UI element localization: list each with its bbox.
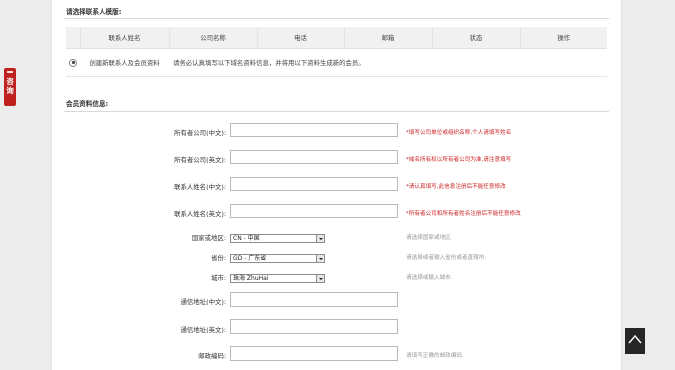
country-label: 国家或地区: xyxy=(191,234,226,242)
city-label: 城市: xyxy=(211,274,226,282)
contact-template-table: 联系人姓名 公司名称 电话 邮箱 状态 操作 创建新联系人及会员资料 请务必认真… xyxy=(66,27,607,77)
new-contact-name: 创建新联系人及会员资料 xyxy=(80,48,169,77)
province-value: GD - 广东省 xyxy=(233,255,267,262)
province-select[interactable]: GD - 广东省 xyxy=(230,254,325,263)
col-contact-name: 联系人姓名 xyxy=(80,27,170,49)
company-cn-label: 所有者公司(中文): xyxy=(174,129,226,137)
chevron-down-icon[interactable] xyxy=(316,235,324,242)
chevron-down-icon[interactable] xyxy=(316,255,324,262)
postcode-label: 邮政编码: xyxy=(198,352,226,360)
company-en-hint: *域名所有权以所有者公司为准,请注意填写 xyxy=(406,157,512,163)
main-panel: 请选择联系人模版: 联系人姓名 公司名称 电话 邮箱 状态 操作 创建新联系人及… xyxy=(51,0,622,370)
col-company: 公司名称 xyxy=(169,27,258,49)
new-contact-message: 请务必认真填写以下域名资料信息，并将用以下资料生成新的会员。 xyxy=(169,48,607,77)
consult-label: 咨询 xyxy=(6,77,14,95)
col-email: 邮箱 xyxy=(344,27,433,49)
select-new-contact-radio[interactable] xyxy=(69,58,77,67)
consult-side-tab[interactable]: 咨询 xyxy=(4,68,16,106)
table-row: 创建新联系人及会员资料 请务必认真填写以下域名资料信息，并将用以下资料生成新的会… xyxy=(66,48,607,77)
province-hint: 请选择或者输入省份或者直辖市. xyxy=(406,255,487,261)
address-cn-input[interactable] xyxy=(230,292,398,307)
province-label: 省份: xyxy=(211,254,226,262)
member-info-title: 会员资料信息: xyxy=(66,100,109,108)
address-cn-label: 通信地址(中文): xyxy=(180,298,226,306)
table-header-row: 联系人姓名 公司名称 电话 邮箱 状态 操作 xyxy=(66,27,607,49)
country-value: CN - 中国 xyxy=(233,235,260,242)
contact-template-title: 请选择联系人模版: xyxy=(66,8,122,16)
city-value: 珠海 ZhuHai xyxy=(233,275,269,282)
contact-name-en-input[interactable] xyxy=(230,204,398,218)
back-to-top-button[interactable] xyxy=(625,328,645,354)
company-en-label: 所有者公司(英文): xyxy=(174,156,226,164)
postcode-input[interactable] xyxy=(230,346,398,361)
col-phone: 电话 xyxy=(257,27,345,49)
contact-name-en-hint: *所有者公司和所有者姓名注册后不能任意修改 xyxy=(406,211,521,217)
radio-column-header xyxy=(66,27,81,49)
country-select[interactable]: CN - 中国 xyxy=(230,234,325,243)
contact-name-cn-label: 联系人姓名(中文): xyxy=(174,183,226,191)
city-select[interactable]: 珠海 ZhuHai xyxy=(230,274,325,283)
company-en-input[interactable] xyxy=(230,150,398,164)
country-hint: 请选择国家或地区. xyxy=(406,235,453,241)
address-en-label: 通信地址(英文): xyxy=(180,326,226,334)
chevron-down-icon[interactable] xyxy=(316,275,324,282)
company-cn-input[interactable] xyxy=(230,123,398,137)
city-hint: 请选择或输入城市. xyxy=(406,275,453,281)
contact-name-en-label: 联系人姓名(英文): xyxy=(174,210,226,218)
postcode-hint: 请填写正确的邮政编码. xyxy=(406,353,464,359)
divider xyxy=(64,111,609,112)
contact-name-cn-input[interactable] xyxy=(230,177,398,191)
contact-name-cn-hint: *请认真填写,此信息注册后不能任意修改 xyxy=(406,184,506,190)
arrow-up-icon xyxy=(628,334,642,344)
col-action: 操作 xyxy=(520,27,607,49)
radio-cell xyxy=(66,48,80,77)
col-status: 状态 xyxy=(432,27,521,49)
divider xyxy=(64,18,609,19)
address-en-input[interactable] xyxy=(230,319,398,334)
company-cn-hint: *填写公司单位或组织名称,个人请填写姓名 xyxy=(406,130,512,136)
